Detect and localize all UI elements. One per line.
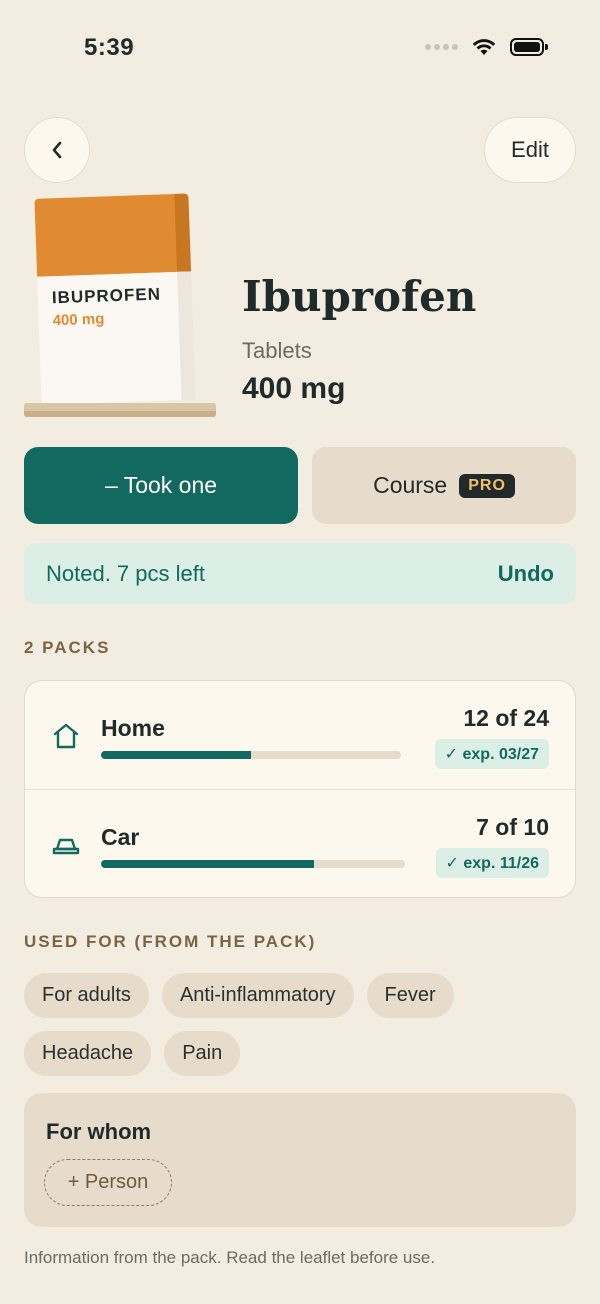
- pack-row-car[interactable]: Car 7 of 10 ✓ exp. 11/26: [25, 789, 575, 897]
- chip-anti-inflammatory[interactable]: Anti-inflammatory: [161, 973, 354, 1018]
- wifi-icon: [472, 39, 496, 55]
- pro-badge: PRO: [459, 473, 515, 498]
- chip-headache[interactable]: Headache: [24, 1031, 152, 1076]
- used-for-heading: USED FOR (FROM THE PACK): [24, 932, 317, 951]
- toast-message: Noted. 7 pcs left: [46, 560, 205, 586]
- box-label-name: IBUPROFEN: [51, 284, 162, 308]
- cellular-signal-icon: [425, 44, 458, 50]
- pack-row-home[interactable]: Home 12 of 24 ✓ exp. 03/27: [25, 681, 575, 789]
- packs-heading: 2 PACKS: [24, 638, 111, 657]
- status-icons: [425, 38, 548, 56]
- edit-button[interactable]: Edit: [484, 117, 576, 183]
- car-icon: [52, 838, 80, 855]
- chip-pain[interactable]: Pain: [164, 1031, 241, 1076]
- footer-disclaimer: Information from the pack. Read the leaf…: [24, 1248, 436, 1267]
- shelf: [24, 403, 216, 417]
- box-label-dose: 400 mg: [52, 310, 105, 330]
- medicine-strength: 400 mg: [242, 372, 346, 405]
- pack-count: 7 of 10: [476, 814, 549, 840]
- chip-for-adults[interactable]: For adults: [24, 973, 149, 1018]
- pack-progress-fill: [101, 860, 314, 868]
- for-whom-card: For whom + Person: [24, 1093, 576, 1227]
- undo-button[interactable]: Undo: [498, 561, 554, 587]
- packs-card: Home 12 of 24 ✓ exp. 03/27 Car 7 of 10 ✓…: [24, 680, 576, 898]
- status-time: 5:39: [84, 34, 135, 61]
- medicine-box-illustration: IBUPROFEN 400 mg: [34, 193, 201, 406]
- used-for-chips: For adults Anti-inflammatory Fever Heada…: [24, 973, 584, 1076]
- back-button[interactable]: [24, 117, 90, 183]
- took-one-button[interactable]: – Took one: [24, 447, 298, 524]
- expiry-badge: ✓ exp. 03/27: [434, 739, 549, 769]
- for-whom-title: For whom: [46, 1119, 152, 1144]
- medicine-title: Ibuprofen: [242, 272, 477, 321]
- battery-icon: [510, 38, 548, 56]
- pack-name: Car: [101, 824, 140, 850]
- pack-progress-bar: [101, 860, 405, 868]
- expiry-badge: ✓ exp. 11/26: [435, 848, 549, 878]
- pack-count: 12 of 24: [463, 705, 549, 731]
- add-person-button[interactable]: + Person: [44, 1159, 172, 1206]
- pack-progress-bar: [101, 751, 401, 759]
- taken-toast: Noted. 7 pcs left Undo: [24, 543, 576, 604]
- house-icon: [53, 723, 79, 749]
- course-label: Course: [373, 472, 448, 498]
- medicine-form: Tablets: [242, 338, 312, 363]
- chevron-left-icon: [52, 141, 62, 159]
- course-button[interactable]: Course PRO: [312, 447, 576, 524]
- pack-name: Home: [101, 715, 165, 741]
- chip-fever[interactable]: Fever: [366, 973, 454, 1018]
- pack-progress-fill: [101, 751, 251, 759]
